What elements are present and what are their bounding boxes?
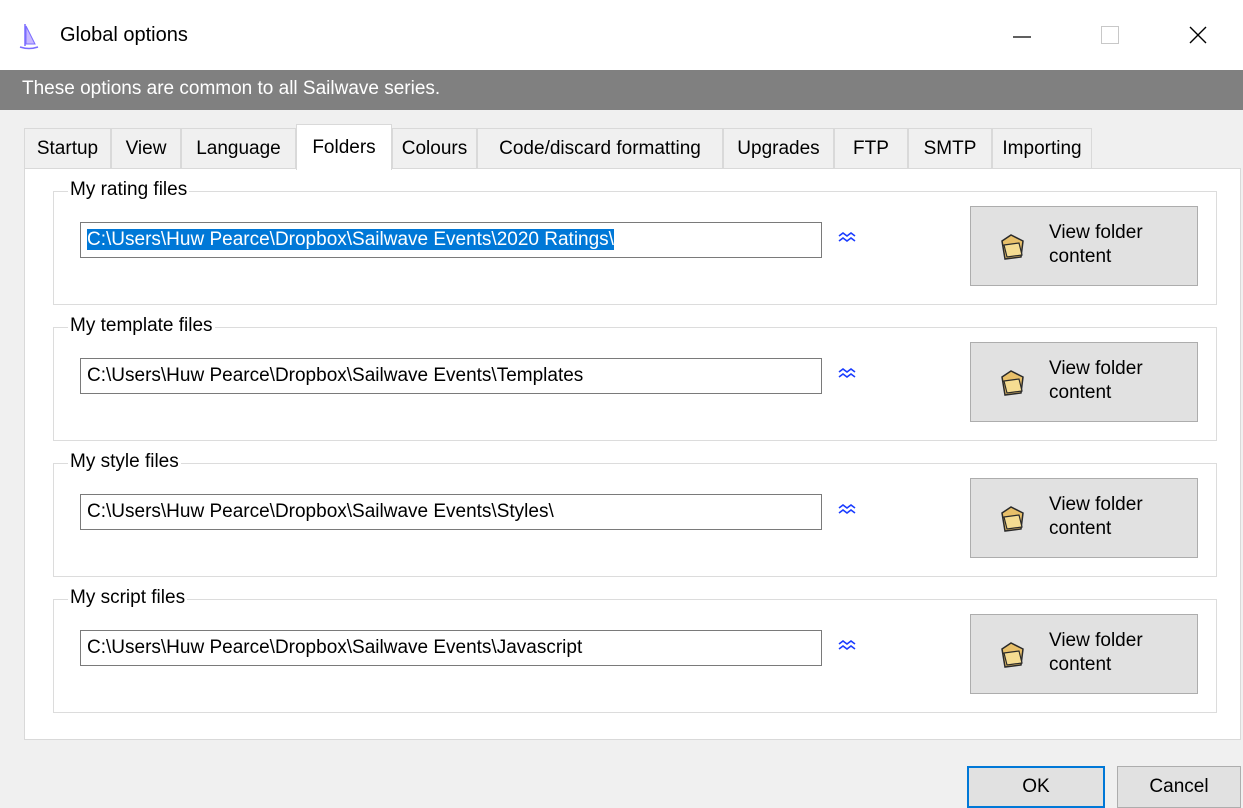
title-bar: Global options [0, 0, 1243, 70]
group-label: My style files [68, 451, 181, 473]
folder-open-icon [1001, 234, 1024, 260]
tab-ftp[interactable]: FTP [834, 128, 908, 168]
button-label-line1: View folder [1049, 222, 1143, 243]
tab-colours[interactable]: Colours [392, 128, 477, 168]
view-folder-content-button[interactable]: View folder content [970, 342, 1198, 422]
browse-icon[interactable] [837, 366, 859, 382]
window-title: Global options [60, 24, 188, 46]
tab-smtp[interactable]: SMTP [908, 128, 992, 168]
sailboat-icon [19, 24, 39, 50]
browse-icon[interactable] [837, 502, 859, 518]
tab-view[interactable]: View [111, 128, 181, 168]
browse-icon[interactable] [837, 230, 859, 246]
template-files-path-input[interactable]: C:\Users\Huw Pearce\Dropbox\Sailwave Eve… [80, 358, 822, 394]
banner-text: These options are common to all Sailwave… [22, 78, 441, 99]
script-files-path-input[interactable]: C:\Users\Huw Pearce\Dropbox\Sailwave Eve… [80, 630, 822, 666]
folder-open-icon [1001, 506, 1024, 532]
view-folder-content-button[interactable]: View folder content [970, 614, 1198, 694]
style-files-group: My style files C:\Users\Huw Pearce\Dropb… [53, 451, 1217, 577]
button-label-line1: View folder [1049, 358, 1143, 379]
button-label-line2: content [1049, 654, 1112, 675]
minimize-button[interactable] [978, 0, 1066, 70]
script-files-group: My script files C:\Users\Huw Pearce\Drop… [53, 587, 1217, 713]
tab-folders[interactable]: Folders [296, 124, 392, 170]
rating-files-path-input[interactable]: C:\Users\Huw Pearce\Dropbox\Sailwave Eve… [80, 222, 822, 258]
group-label: My template files [68, 315, 215, 337]
close-button[interactable] [1154, 0, 1242, 70]
folders-panel: My rating files C:\Users\Huw Pearce\Drop… [24, 168, 1241, 740]
button-label-line1: View folder [1049, 630, 1143, 651]
button-label-line2: content [1049, 518, 1112, 539]
folder-open-icon [1001, 370, 1024, 396]
style-files-path-input[interactable]: C:\Users\Huw Pearce\Dropbox\Sailwave Eve… [80, 494, 822, 530]
maximize-icon [1101, 26, 1119, 44]
maximize-button[interactable] [1066, 0, 1154, 70]
view-folder-content-button[interactable]: View folder content [970, 478, 1198, 558]
tab-code-discard-formatting[interactable]: Code/discard formatting [477, 128, 723, 168]
ok-button[interactable]: OK [967, 766, 1105, 808]
minimize-icon [1013, 36, 1031, 38]
close-icon [1189, 26, 1207, 44]
folder-open-icon [1001, 642, 1024, 668]
tab-upgrades[interactable]: Upgrades [723, 128, 834, 168]
button-label-line2: content [1049, 246, 1112, 267]
group-label: My script files [68, 587, 188, 609]
tab-importing[interactable]: Importing [992, 128, 1092, 168]
info-banner: These options are common to all Sailwave… [0, 70, 1243, 110]
button-label-line2: content [1049, 382, 1112, 403]
rating-files-group: My rating files C:\Users\Huw Pearce\Drop… [53, 179, 1217, 305]
view-folder-content-button[interactable]: View folder content [970, 206, 1198, 286]
template-files-group: My template files C:\Users\Huw Pearce\Dr… [53, 315, 1217, 441]
group-label: My rating files [68, 179, 190, 201]
cancel-button[interactable]: Cancel [1117, 766, 1241, 808]
tab-language[interactable]: Language [181, 128, 296, 168]
browse-icon[interactable] [837, 638, 859, 654]
button-label-line1: View folder [1049, 494, 1143, 515]
tab-startup[interactable]: Startup [24, 128, 111, 168]
